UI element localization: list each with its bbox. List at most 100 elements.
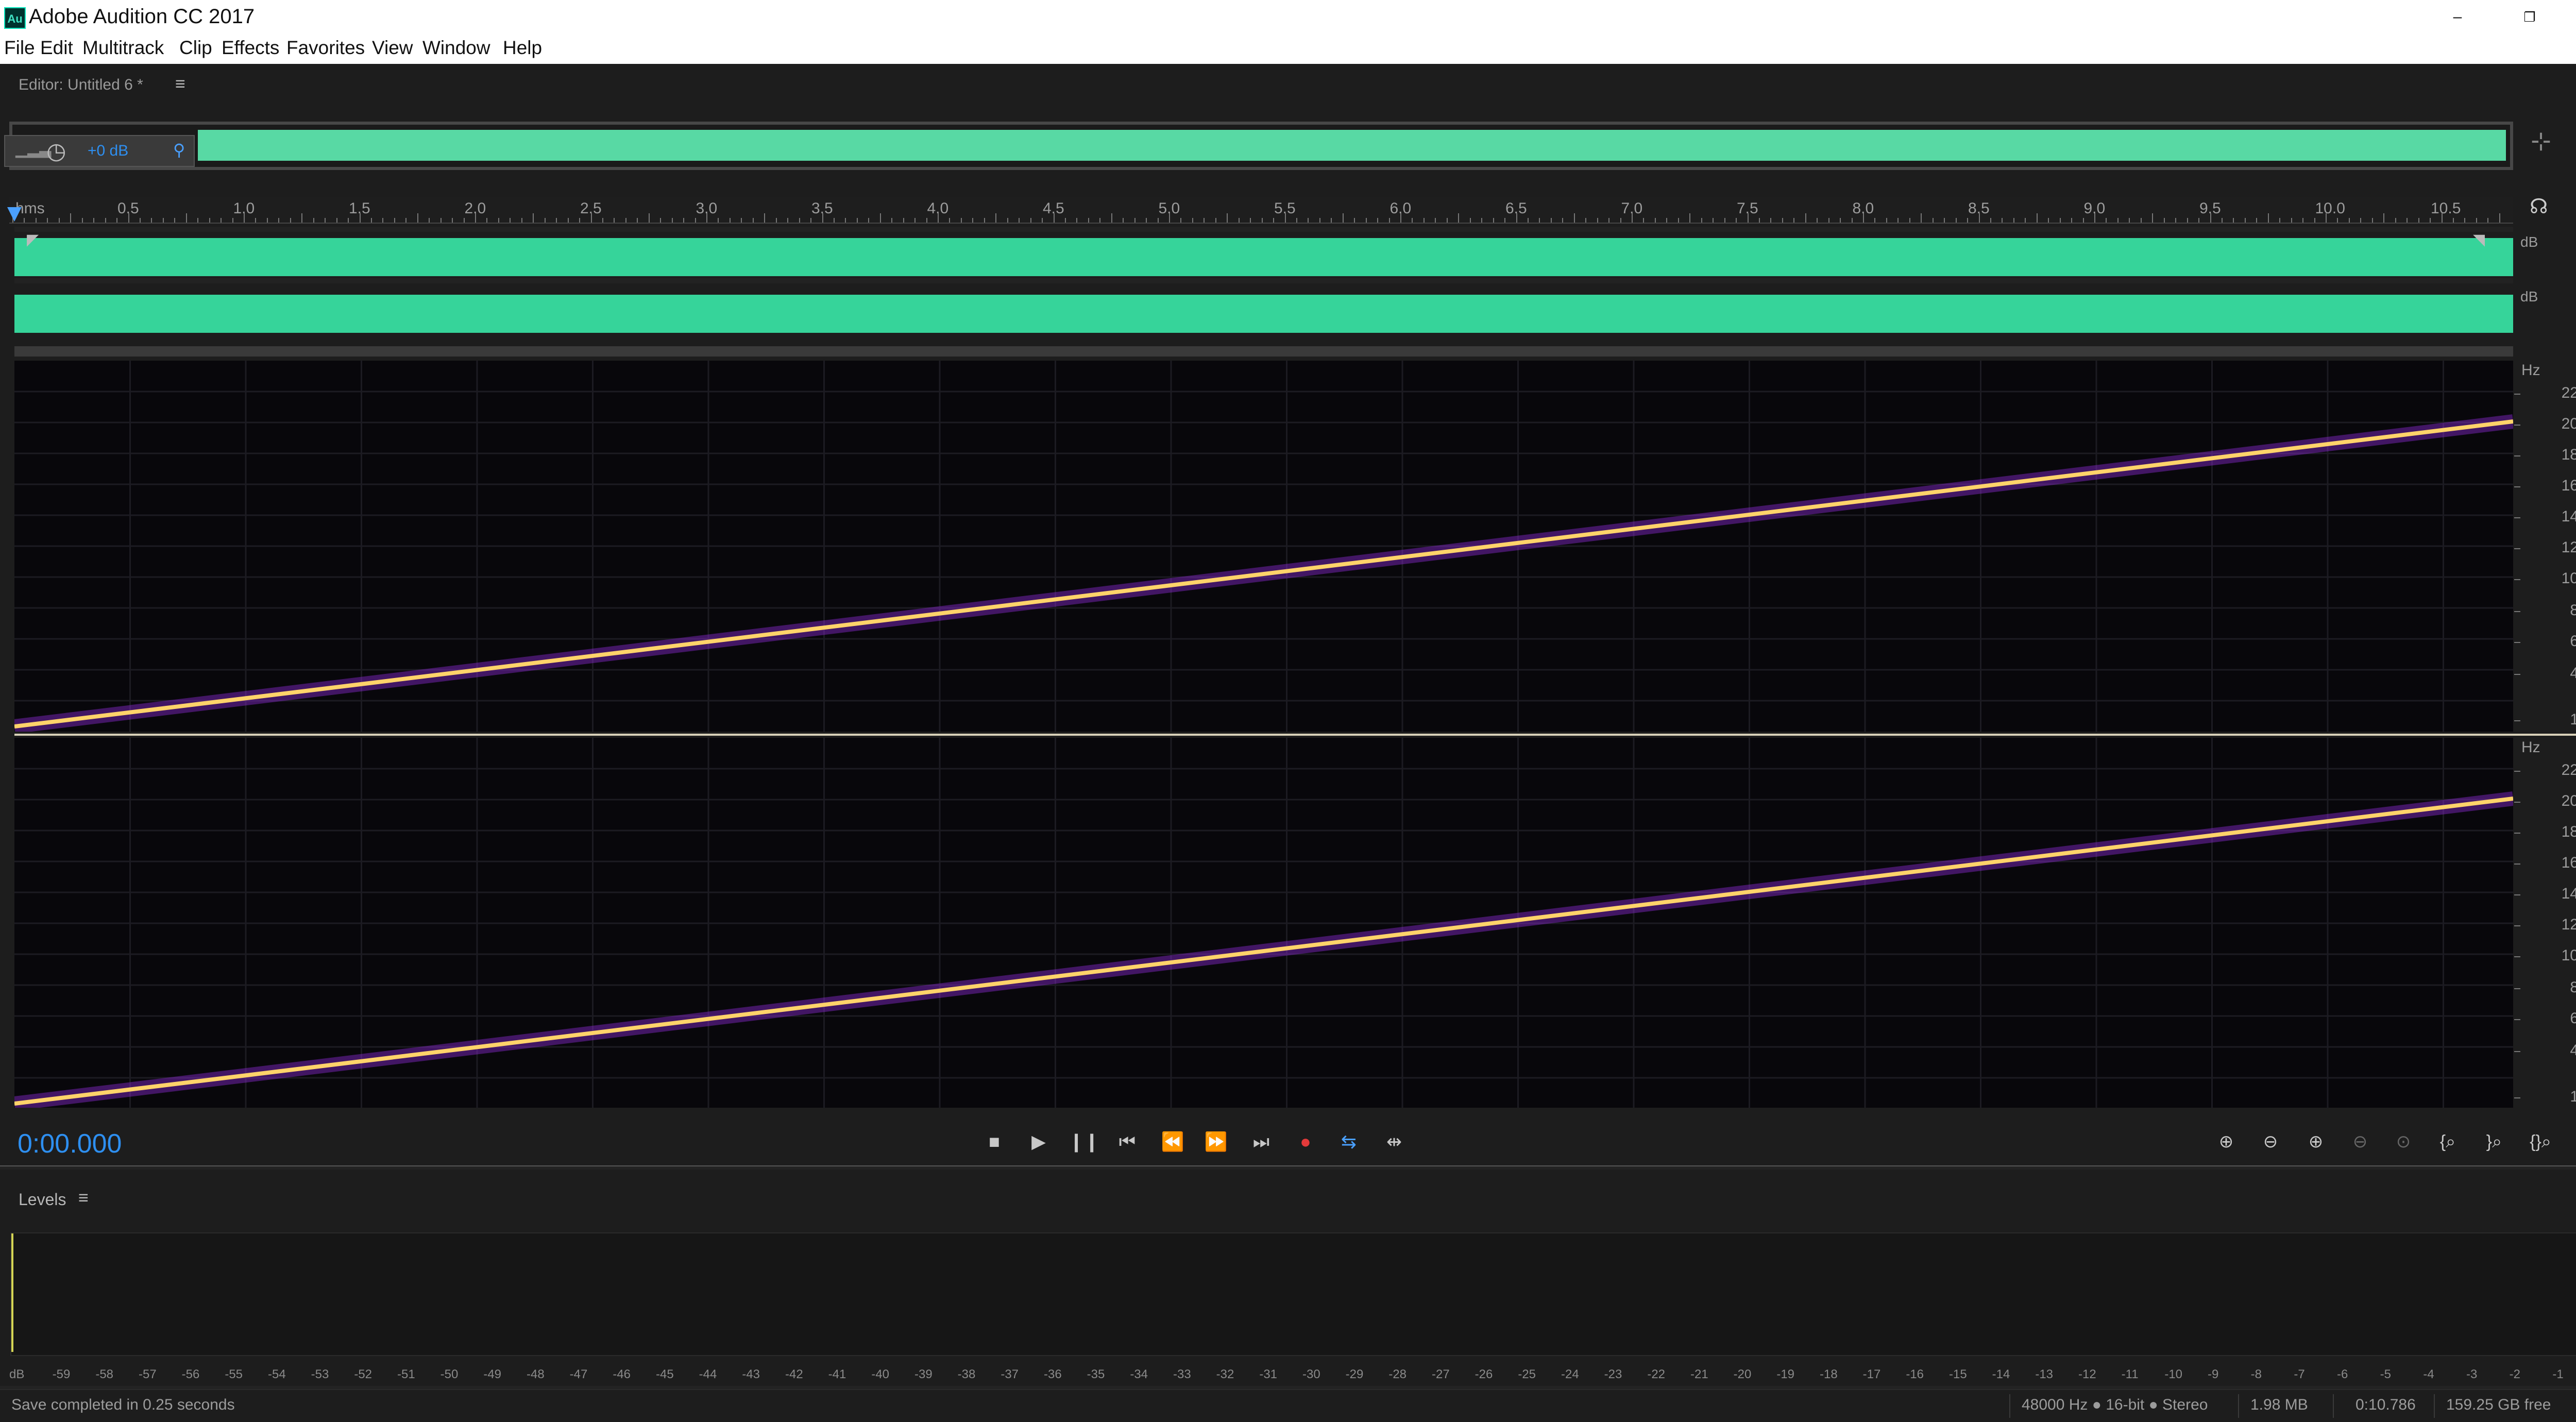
ruler-tick — [336, 218, 337, 223]
volume-knob-icon[interactable]: ◷ — [46, 138, 66, 164]
spectrogram-left — [13, 361, 2514, 734]
levels-menu-icon[interactable]: ≡ — [78, 1188, 89, 1208]
ruler-tick — [729, 218, 731, 223]
ruler-tick — [1123, 218, 1124, 223]
hz-tick — [2514, 548, 2520, 549]
menu-edit[interactable]: Edit — [40, 37, 73, 59]
ruler-tick — [891, 218, 893, 223]
rewind-icon[interactable]: ⏪ — [1157, 1128, 1188, 1155]
ruler-tick — [81, 218, 83, 223]
ruler-tick — [1654, 218, 1656, 223]
zoom-in-time-icon[interactable]: ⊕ — [2298, 1128, 2334, 1155]
loop-icon[interactable]: ⇆ — [1333, 1128, 1364, 1155]
volume-value[interactable]: +0 dB — [88, 142, 128, 160]
ruler-tick — [2071, 218, 2073, 223]
ruler-tick — [833, 218, 835, 223]
waveform-right-channel[interactable] — [14, 295, 2513, 333]
zoom-selection-icon[interactable]: {}⌕ — [2522, 1128, 2558, 1155]
zoom-out-time-icon[interactable]: ⊖ — [2342, 1128, 2378, 1155]
ruler-tick — [637, 218, 638, 223]
fade-in-handle[interactable]: ◤ — [27, 231, 39, 249]
ruler-tick — [1273, 218, 1275, 223]
skip-end-icon[interactable]: ⏭ — [1246, 1128, 1277, 1155]
time-ruler[interactable]: hms 0.5 1.0 1.5 2.0 2.5 3.0 3.5 4.0 4.5 5.0 5.5 6.0… — [9, 197, 2513, 224]
spectral-display-left[interactable] — [13, 361, 2514, 734]
hz-label: 10k — [2561, 947, 2576, 964]
skip-selection-icon[interactable]: ⇹ — [1379, 1128, 1410, 1155]
ruler-tick — [1400, 213, 1401, 223]
ruler-tick — [1180, 218, 1182, 223]
waveform-spectral-splitter[interactable] — [14, 346, 2513, 357]
ruler-tick — [544, 218, 546, 223]
ruler-tick — [348, 218, 349, 223]
ruler-tick — [1504, 218, 1506, 223]
ruler-tick — [313, 218, 314, 223]
meter-scale-label: -2 — [2509, 1367, 2520, 1381]
pin-icon[interactable]: ⚲ — [173, 140, 185, 160]
editor-tab[interactable]: Editor: Untitled 6 * — [19, 76, 143, 94]
ruler-tick — [590, 213, 592, 223]
menu-favorites[interactable]: Favorites — [286, 37, 365, 59]
ruler-tick — [2371, 218, 2373, 223]
stop-icon[interactable]: ■ — [979, 1128, 1010, 1155]
ruler-tick — [2048, 218, 2049, 223]
panel-menu-icon[interactable]: ≡ — [175, 74, 185, 94]
level-meter-icon: ▁▂▃ — [15, 141, 52, 158]
menu-clip[interactable]: Clip — [179, 37, 212, 59]
ruler-tick — [2187, 218, 2188, 223]
spectral-display-right[interactable] — [13, 738, 2514, 1111]
zoom-in-left-icon[interactable]: {⌕ — [2430, 1128, 2466, 1155]
ruler-tick — [984, 218, 985, 223]
ruler-tick — [579, 218, 581, 223]
ruler-tick — [2094, 213, 2095, 223]
zoom-in-amplitude-icon[interactable]: ⊕ — [2208, 1128, 2244, 1155]
ruler-tick — [1354, 218, 1355, 223]
level-meter-scale: dB -59 -58 -57 -56 -55 -54 -53 -52 -51 -50 -49 -48 -4… — [9, 1364, 2576, 1385]
meter-scale-label: -34 — [1130, 1367, 1148, 1381]
ruler-tick — [278, 218, 280, 223]
ruler-tick — [1944, 218, 1945, 223]
ruler-tick — [1076, 218, 1078, 223]
ruler-tick — [2002, 218, 2003, 223]
zoom-reset-icon[interactable]: ⌕ — [2569, 1128, 2576, 1155]
waveform-overview[interactable] — [9, 122, 2513, 170]
zoom-out-amplitude-icon[interactable]: ⊖ — [2252, 1128, 2289, 1155]
minimize-button[interactable]: – — [2442, 4, 2473, 30]
hz-label: 1k — [2570, 1088, 2576, 1105]
levels-tab[interactable]: Levels — [19, 1190, 66, 1209]
meter-scale-label: -44 — [699, 1367, 717, 1381]
menu-help[interactable]: Help — [503, 37, 542, 59]
skip-start-icon[interactable]: ⏮ — [1112, 1128, 1143, 1155]
fast-forward-icon[interactable]: ⏩ — [1200, 1128, 1231, 1155]
ruler-tick — [2487, 218, 2489, 223]
ruler-tick — [938, 213, 939, 223]
waveform-left-channel[interactable] — [14, 238, 2513, 276]
ruler-tick — [1643, 218, 1645, 223]
meter-scale-label: -10 — [2164, 1367, 2183, 1381]
zoom-in-right-icon[interactable]: }⌕ — [2476, 1128, 2512, 1155]
ruler-tick — [382, 218, 384, 223]
menu-view[interactable]: View — [372, 37, 413, 59]
current-time-display[interactable]: 0:00.000 — [18, 1128, 122, 1159]
record-icon[interactable]: ● — [1290, 1128, 1321, 1155]
hz-label: 8k — [2570, 979, 2576, 996]
ruler-tick — [498, 218, 499, 223]
ruler-tick — [1019, 218, 1020, 223]
headphones-icon[interactable]: ☊ — [2530, 195, 2548, 218]
zoom-full-icon[interactable]: ⊙ — [2385, 1128, 2421, 1155]
menu-multitrack[interactable]: Multitrack — [82, 37, 164, 59]
menu-file[interactable]: File — [4, 37, 35, 59]
menu-window[interactable]: Window — [422, 37, 490, 59]
ruler-tick — [70, 213, 72, 223]
ruler-tick — [370, 218, 372, 223]
zoom-navigator-icon[interactable]: ⊹ — [2531, 127, 2551, 156]
pause-icon[interactable]: ❙❙ — [1069, 1128, 1099, 1155]
menu-effects[interactable]: Effects — [222, 37, 279, 59]
transport-bar — [0, 1108, 2576, 1165]
play-icon[interactable]: ▶ — [1023, 1128, 1054, 1155]
ruler-tick — [1169, 213, 1170, 223]
ruler-tick — [2499, 213, 2500, 223]
maximize-button[interactable]: ❐ — [2514, 4, 2545, 30]
fade-out-handle[interactable]: ◥ — [2473, 231, 2485, 249]
ruler-tick — [475, 213, 476, 223]
